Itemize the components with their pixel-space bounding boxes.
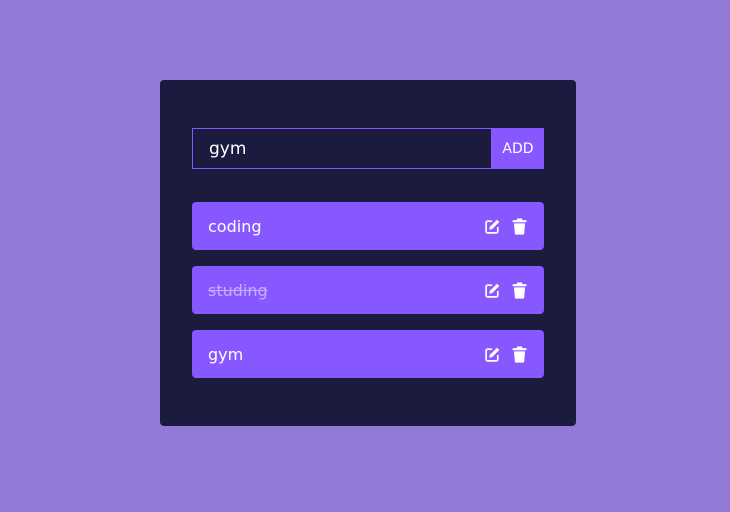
trash-icon[interactable] [511, 282, 528, 299]
todo-item: studing [192, 266, 544, 314]
add-button[interactable]: ADD [492, 128, 544, 169]
todo-form: ADD [192, 128, 544, 169]
todo-list: coding studing gym [192, 202, 544, 394]
todo-text[interactable]: gym [208, 345, 243, 364]
todo-item: gym [192, 330, 544, 378]
edit-icon[interactable] [484, 346, 501, 363]
trash-icon[interactable] [511, 346, 528, 363]
todo-item: coding [192, 202, 544, 250]
edit-icon[interactable] [484, 218, 501, 235]
todo-text[interactable]: coding [208, 217, 261, 236]
todo-actions [484, 346, 528, 363]
todo-text-completed[interactable]: studing [208, 281, 268, 300]
todo-actions [484, 218, 528, 235]
trash-icon[interactable] [511, 218, 528, 235]
todo-wrapper: ADD coding [160, 80, 576, 426]
todo-input[interactable] [192, 128, 492, 169]
edit-icon[interactable] [484, 282, 501, 299]
todo-actions [484, 282, 528, 299]
